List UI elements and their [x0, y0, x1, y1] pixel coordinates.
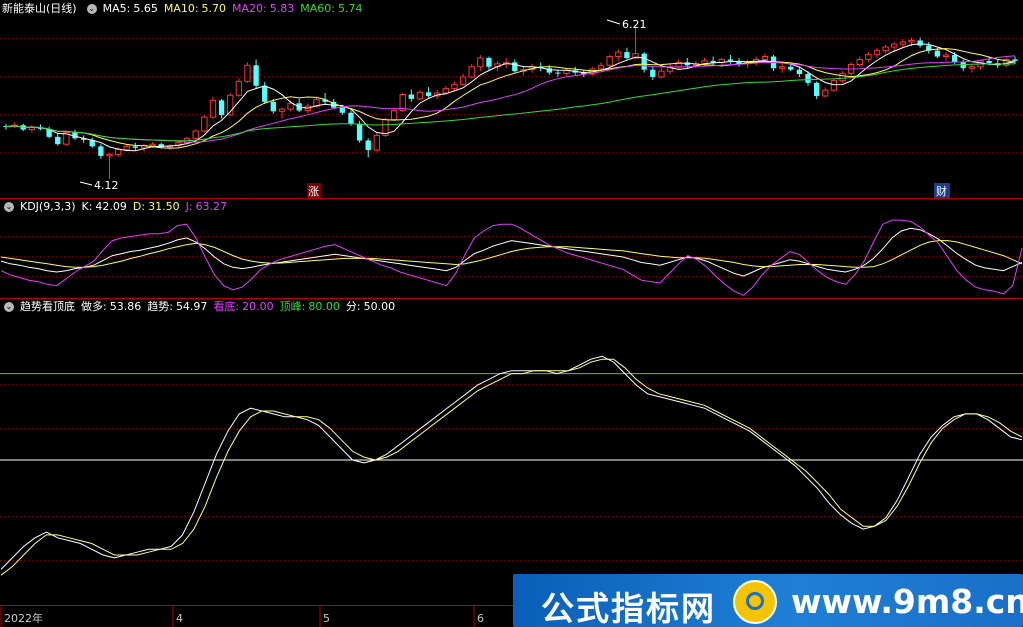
candle-body-down [788, 66, 794, 70]
ma-line-ma20 [5, 55, 1016, 143]
candle-body-up [778, 66, 786, 69]
candle-body-down [486, 57, 492, 67]
candle-body-down [348, 112, 354, 124]
candle-body-up [106, 153, 113, 157]
moving-average-lines [5, 43, 1016, 152]
candle-body-down [270, 101, 277, 112]
ma-line-ma5 [5, 43, 1016, 152]
candle-body-down [624, 52, 630, 58]
watermark-text-url: www.9m8.cn [791, 582, 1023, 621]
trend-line-0 [0, 355, 1023, 570]
candle-body-up [856, 58, 863, 66]
candle-body-up [606, 56, 613, 66]
trend-lines [0, 355, 1023, 576]
candle-body-up [209, 99, 217, 118]
kdj-lines [0, 219, 1023, 296]
candle-body-down [425, 92, 432, 96]
candle-body-down [727, 59, 734, 61]
low-arrow [79, 181, 93, 186]
candle-body-down [917, 40, 923, 46]
high-label: 6.21 [622, 18, 647, 31]
candle-body-up [201, 116, 208, 132]
candle-body-down [356, 123, 363, 141]
candle-body-up [390, 110, 398, 120]
candle-body-up [451, 83, 458, 90]
x-label-0: 2022年 [4, 611, 43, 625]
watermark-banner: 公式指标网 www.9m8.cn [513, 574, 1023, 627]
candle-body-down [960, 62, 966, 69]
candle-body-up [123, 145, 130, 150]
candle-body-up [839, 72, 846, 82]
candle-body-up [468, 66, 475, 78]
candle-body-up [442, 88, 449, 94]
low-label: 4.12 [94, 179, 119, 192]
zhang-label: 涨 [308, 185, 319, 198]
candle-body-down [555, 72, 561, 74]
chart-canvas: 6.21 4.12 涨 财 2022年 4 5 6 [0, 18, 1023, 627]
candlestick-series [3, 26, 1018, 180]
candle-body-up [658, 70, 665, 78]
candle-body-up [830, 80, 838, 91]
candle-body-up [597, 64, 605, 70]
candle-body-down [951, 55, 958, 63]
cai-label: 财 [936, 184, 947, 198]
candle-body-up [908, 39, 915, 43]
candle-body-down [813, 82, 820, 96]
kdj-line-d [0, 240, 1023, 268]
candle-body-down [805, 74, 811, 83]
watermark-seal-icon [733, 580, 777, 624]
candle-body-down [98, 146, 104, 156]
candle-body-down [650, 69, 656, 77]
candle-body-up [873, 50, 881, 55]
candle-body-down [641, 53, 647, 70]
watermark-text-cn: 公式指标网 [541, 589, 716, 627]
candle-body-down [986, 60, 992, 64]
x-label-3: 6 [477, 612, 484, 625]
grid-lines [0, 38, 1023, 561]
candle-body-up [865, 53, 872, 60]
candle-body-down [339, 107, 346, 113]
candle-body-down [1012, 59, 1018, 61]
candle-body-up [278, 108, 286, 112]
candle-body-down [796, 69, 803, 75]
candle-body-down [262, 85, 268, 102]
candle-body-down [512, 62, 518, 72]
candle-body-down [132, 146, 139, 148]
candle-body-up [761, 56, 769, 60]
candle-body-up [899, 41, 907, 45]
candle-body-up [968, 66, 976, 69]
candle-body-down [365, 140, 371, 151]
x-label-1: 4 [176, 612, 183, 625]
candle-body-up [287, 102, 294, 110]
candle-body-up [192, 130, 199, 139]
high-arrow [606, 19, 621, 25]
candle-body-down [408, 94, 414, 99]
candle-body-up [942, 54, 950, 58]
candle-body-up [416, 91, 424, 100]
candle-body-down [218, 100, 225, 115]
candle-body-up [235, 80, 243, 96]
x-label-2: 5 [323, 612, 330, 625]
kdj-line-j [0, 219, 1023, 296]
candle-body-down [934, 50, 941, 57]
candle-body-down [710, 60, 716, 63]
candle-body-down [253, 65, 259, 86]
candle-body-up [459, 76, 467, 85]
candle-body-up [882, 46, 889, 52]
candle-body-up [244, 64, 251, 82]
candle-body-up [822, 89, 829, 97]
candle-body-up [477, 57, 484, 68]
candle-body-up [615, 51, 622, 58]
candle-body-up [891, 43, 898, 48]
candle-body-down [55, 136, 61, 145]
trend-line-1 [0, 358, 1023, 576]
candle-body-up [373, 134, 381, 151]
candle-body-up [149, 143, 156, 147]
candle-body-up [114, 148, 122, 155]
stock-chart-window: { "colors": { "up": "#ff3333", "down": "… [0, 0, 1023, 627]
